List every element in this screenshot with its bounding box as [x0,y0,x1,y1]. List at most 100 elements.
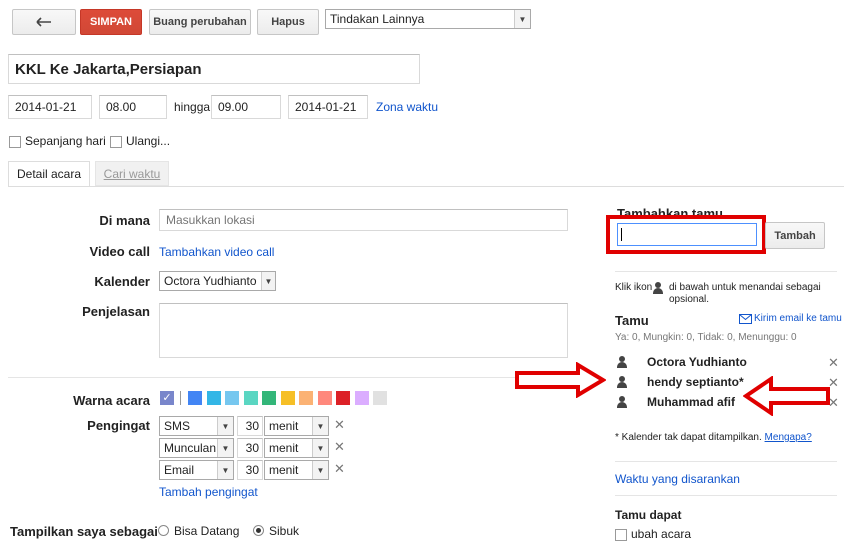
timezone-link[interactable]: Zona waktu [376,100,438,114]
remove-guest-icon[interactable]: ✕ [828,355,839,371]
annotation-arrow-right [515,362,606,398]
modify-event-label: ubah acara [631,527,692,541]
email-guests-link[interactable]: Kirim email ke tamu [754,313,842,324]
guest-optional-toggle-icon[interactable] [617,376,627,388]
end-date-input[interactable] [288,95,368,119]
color-swatch[interactable] [299,391,313,405]
save-button[interactable]: SIMPAN [80,9,142,35]
color-swatch[interactable] [225,391,239,405]
chevron-down-icon: ▼ [312,417,328,435]
chevron-down-icon: ▼ [217,417,233,435]
why-link[interactable]: Mengapa? [765,432,812,443]
more-actions-dropdown[interactable]: Tindakan Lainnya ▼ [325,9,531,29]
calendar-note: * Kalender tak dapat ditampilkan. Mengap… [615,432,812,443]
where-label: Di mana [99,213,150,228]
guest-optional-toggle-icon[interactable] [617,396,627,408]
add-reminder-link[interactable]: Tambah pengingat [159,485,258,499]
chevron-down-icon: ▼ [217,461,233,479]
reminder-value-input[interactable]: 30 [237,438,263,458]
color-swatch[interactable] [373,391,387,405]
calendar-label: Kalender [94,274,150,289]
reminder-unit-value: menit [269,441,299,455]
guests-divider-2 [615,461,837,462]
guest-name: hendy septianto* [647,375,744,389]
start-date-input[interactable] [8,95,92,119]
guest-name: Muhammad afif [647,395,736,409]
color-swatch-selected[interactable]: ✓ [160,391,174,405]
show-as-label: Tampilkan saya sebagai [10,524,158,539]
reminder-type-select[interactable]: Email ▼ [159,460,234,480]
reminder-unit-value: menit [269,463,299,477]
remove-reminder-icon[interactable]: ✕ [334,417,345,433]
guest-name: Octora Yudhianto [647,355,747,369]
tabs-divider [8,186,844,187]
reminder-unit-value: menit [269,419,299,433]
end-time-input[interactable] [211,95,281,119]
remove-reminder-icon[interactable]: ✕ [334,439,345,455]
video-call-label: Video call [89,244,150,259]
arrow-left-icon [36,17,51,27]
radio-available[interactable] [158,525,169,536]
reminder-value-input[interactable]: 30 [237,460,263,480]
delete-button[interactable]: Hapus [257,9,319,35]
reminder-type-value: Email [164,463,195,477]
chevron-down-icon: ▼ [217,439,233,457]
chevron-down-icon: ▼ [514,10,530,28]
modify-event-checkbox[interactable] [615,527,627,541]
color-swatch[interactable] [317,391,332,405]
color-swatch[interactable] [188,391,202,405]
color-swatch[interactable] [262,391,276,405]
reminder-unit-select[interactable]: menit ▼ [264,438,329,458]
event-color-label: Warna acara [73,393,150,408]
hint-text-after: di bawah untuk menandai sebagai opsional… [669,282,821,305]
guest-optional-toggle-icon[interactable] [617,356,627,368]
event-title-input[interactable] [8,54,420,84]
mail-icon [739,313,752,327]
guests-divider-3 [615,495,837,496]
hint-text-before: Klik ikon [615,282,653,293]
color-swatch[interactable] [206,391,221,405]
text-cursor [621,228,622,241]
all-day-checkbox[interactable] [9,134,21,148]
add-video-call-link[interactable]: Tambahkan video call [159,245,274,259]
all-day-label: Sepanjang hari [25,134,106,148]
start-time-input[interactable] [99,95,167,119]
add-guest-input[interactable] [617,223,757,246]
reminder-value-input[interactable]: 30 [237,416,263,436]
reminder-type-select[interactable]: Munculan ▼ [159,438,234,458]
color-swatch[interactable] [243,391,258,405]
repeat-checkbox[interactable] [110,134,122,148]
description-textarea[interactable] [159,303,568,358]
discard-changes-button[interactable]: Buang perubahan [149,9,251,35]
guests-can-title: Tamu dapat [615,508,682,522]
reminder-type-select[interactable]: SMS ▼ [159,416,234,436]
tab-event-details[interactable]: Detail acara [8,161,90,187]
chevron-down-icon: ▼ [312,461,328,479]
back-button[interactable] [12,9,76,35]
color-swatch[interactable] [354,391,369,405]
radio-busy[interactable] [253,525,264,536]
reminder-label: Pengingat [87,418,150,433]
reminder-type-value: SMS [164,419,191,433]
reminder-unit-select[interactable]: menit ▼ [264,460,329,480]
tab-find-time[interactable]: Cari waktu [95,161,169,186]
until-label: hingga [174,100,211,114]
location-input[interactable] [159,209,568,231]
calendar-note-text: * Kalender tak dapat ditampilkan. [615,432,762,443]
repeat-label: Ulangi... [126,134,171,148]
suggested-times-link[interactable]: Waktu yang disarankan [615,472,740,486]
calendar-select[interactable]: Octora Yudhianto ▼ [159,271,276,291]
remove-reminder-icon[interactable]: ✕ [334,461,345,477]
reminder-unit-select[interactable]: menit ▼ [264,416,329,436]
tab-event-details-label: Detail acara [16,167,82,181]
person-icon [653,282,663,294]
annotation-arrow-left [743,376,830,416]
more-actions-label: Tindakan Lainnya [330,12,425,26]
chevron-down-icon: ▼ [312,439,328,457]
add-guest-button[interactable]: Tambah [765,222,825,249]
color-swatch[interactable] [280,391,295,405]
section-divider [8,377,588,378]
description-label: Penjelasan [82,304,150,319]
guests-divider-1 [615,271,837,272]
color-swatch[interactable] [336,391,350,405]
